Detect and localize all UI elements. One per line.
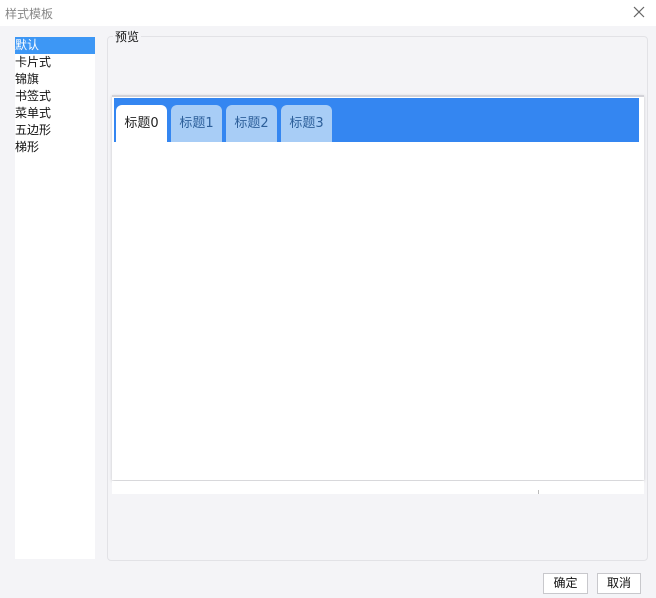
template-item-default[interactable]: 默认 bbox=[15, 37, 95, 54]
ok-button[interactable]: 确定 bbox=[543, 573, 588, 594]
preview-tab-0[interactable]: 标题0 bbox=[116, 105, 167, 142]
template-item-bookmark[interactable]: 书签式 bbox=[15, 88, 95, 105]
template-item-menu[interactable]: 菜单式 bbox=[15, 105, 95, 122]
template-item-trapezoid[interactable]: 梯形 bbox=[15, 139, 95, 156]
close-icon[interactable] bbox=[632, 5, 646, 19]
preview-tab-1[interactable]: 标题1 bbox=[171, 105, 222, 142]
preview-tab-3[interactable]: 标题3 bbox=[281, 105, 332, 142]
window-title: 样式模板 bbox=[5, 7, 54, 21]
template-item-card[interactable]: 卡片式 bbox=[15, 54, 95, 71]
preview-area: 标题0 标题1 标题2 标题3 bbox=[112, 95, 644, 480]
title-bar: 样式模板 bbox=[0, 0, 656, 26]
template-list: 默认 卡片式 锦旗 书签式 菜单式 五边形 梯形 bbox=[15, 37, 95, 559]
cancel-button[interactable]: 取消 bbox=[597, 573, 641, 594]
template-item-pentagon[interactable]: 五边形 bbox=[15, 122, 95, 139]
preview-tab-2[interactable]: 标题2 bbox=[226, 105, 277, 142]
preview-tab-bar: 标题0 标题1 标题2 标题3 bbox=[114, 98, 639, 142]
template-item-banner[interactable]: 锦旗 bbox=[15, 71, 95, 88]
scrollbar-mark bbox=[538, 490, 539, 494]
preview-scrollbar[interactable] bbox=[112, 481, 644, 494]
preview-label: 预览 bbox=[113, 28, 142, 45]
